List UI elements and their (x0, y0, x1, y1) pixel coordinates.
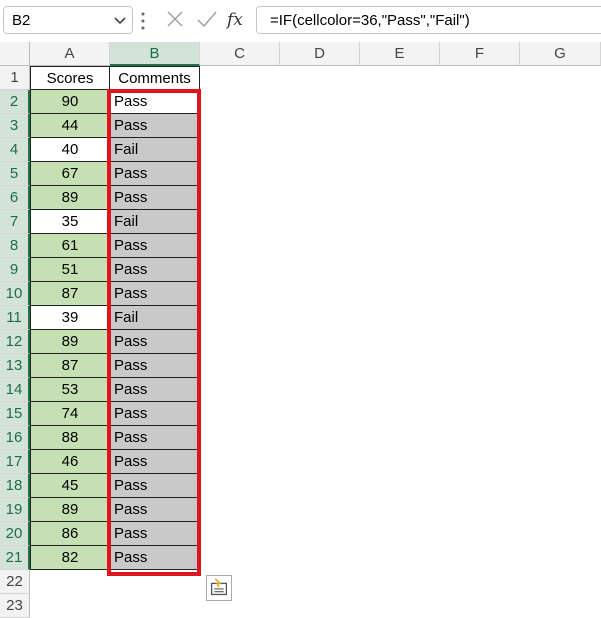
score-cell[interactable]: 86 (30, 522, 110, 546)
row-header-6[interactable]: 6 (0, 186, 30, 210)
comment-cell[interactable]: Pass (110, 450, 200, 474)
row-header-13[interactable]: 13 (0, 354, 30, 378)
column-header-c[interactable]: C (200, 42, 280, 66)
column-header-b[interactable]: B (110, 42, 200, 66)
enter-icon[interactable] (196, 8, 218, 30)
comment-cell[interactable]: Pass (110, 162, 200, 186)
comment-cell[interactable]: Fail (110, 210, 200, 234)
column-header-e[interactable]: E (360, 42, 440, 66)
comment-cell[interactable]: Fail (110, 138, 200, 162)
score-cell[interactable]: 88 (30, 426, 110, 450)
row-header-4[interactable]: 4 (0, 138, 30, 162)
more-dots-icon[interactable] (141, 12, 145, 30)
row-header-15[interactable]: 15 (0, 402, 30, 426)
score-cell[interactable]: 67 (30, 162, 110, 186)
comment-cell[interactable]: Pass (110, 426, 200, 450)
comment-cell[interactable]: Pass (110, 522, 200, 546)
comment-cell[interactable]: Pass (110, 474, 200, 498)
comment-cell[interactable]: Pass (110, 330, 200, 354)
row-header-22[interactable]: 22 (0, 570, 30, 594)
score-cell[interactable]: 45 (30, 474, 110, 498)
comment-cell[interactable]: Pass (110, 282, 200, 306)
score-cell[interactable]: 46 (30, 450, 110, 474)
comment-cell[interactable]: Pass (110, 498, 200, 522)
row-header-5[interactable]: 5 (0, 162, 30, 186)
quick-analysis-icon[interactable] (206, 575, 232, 601)
row-header-16[interactable]: 16 (0, 426, 30, 450)
score-cell[interactable]: 74 (30, 402, 110, 426)
score-cell[interactable]: 87 (30, 282, 110, 306)
row-header-23[interactable]: 23 (0, 594, 30, 618)
column-header-a[interactable]: A (30, 42, 110, 66)
cell-b1[interactable]: Comments (110, 66, 200, 90)
score-cell[interactable]: 35 (30, 210, 110, 234)
score-cell[interactable]: 89 (30, 498, 110, 522)
row-header-11[interactable]: 11 (0, 306, 30, 330)
row-header-2[interactable]: 2 (0, 90, 30, 114)
comment-cell[interactable]: Pass (110, 402, 200, 426)
column-header-f[interactable]: F (440, 42, 520, 66)
column-header-g[interactable]: G (520, 42, 601, 66)
score-cell[interactable]: 89 (30, 186, 110, 210)
comment-cell[interactable]: Pass (110, 114, 200, 138)
row-header-1[interactable]: 1 (0, 66, 30, 90)
select-all-corner[interactable] (0, 42, 30, 66)
score-cell[interactable]: 44 (30, 114, 110, 138)
score-cell[interactable]: 53 (30, 378, 110, 402)
score-cell[interactable]: 39 (30, 306, 110, 330)
row-header-3[interactable]: 3 (0, 114, 30, 138)
cell-a1[interactable]: Scores (30, 66, 110, 90)
comment-cell[interactable]: Pass (110, 546, 200, 570)
row-header-9[interactable]: 9 (0, 258, 30, 282)
row-header-14[interactable]: 14 (0, 378, 30, 402)
comment-cell[interactable]: Fail (110, 306, 200, 330)
fx-icon[interactable]: fx (226, 8, 248, 32)
score-cell[interactable]: 87 (30, 354, 110, 378)
formula-bar-area: B2 fx =IF(cellcolor=36,"Pass","Fail") (0, 0, 601, 42)
score-cell[interactable]: 61 (30, 234, 110, 258)
row-header-17[interactable]: 17 (0, 450, 30, 474)
score-cell[interactable]: 82 (30, 546, 110, 570)
comment-cell[interactable]: Pass (110, 186, 200, 210)
score-cell[interactable]: 40 (30, 138, 110, 162)
row-header-10[interactable]: 10 (0, 282, 30, 306)
column-header-d[interactable]: D (280, 42, 360, 66)
name-box-value: B2 (12, 12, 31, 29)
cancel-icon[interactable] (166, 8, 184, 30)
formula-input[interactable]: =IF(cellcolor=36,"Pass","Fail") (256, 6, 601, 34)
row-header-19[interactable]: 19 (0, 498, 30, 522)
row-header-21[interactable]: 21 (0, 546, 30, 570)
formula-text: =IF(cellcolor=36,"Pass","Fail") (270, 12, 470, 29)
comment-cell[interactable]: Pass (110, 378, 200, 402)
row-header-7[interactable]: 7 (0, 210, 30, 234)
name-box[interactable]: B2 (3, 6, 133, 34)
row-header-18[interactable]: 18 (0, 474, 30, 498)
svg-text:fx: fx (226, 10, 243, 30)
comment-cell[interactable]: Pass (110, 234, 200, 258)
score-cell[interactable]: 90 (30, 90, 110, 114)
score-cell[interactable]: 89 (30, 330, 110, 354)
chevron-down-icon[interactable] (114, 16, 126, 26)
score-cell[interactable]: 51 (30, 258, 110, 282)
row-header-8[interactable]: 8 (0, 234, 30, 258)
row-header-12[interactable]: 12 (0, 330, 30, 354)
row-header-20[interactable]: 20 (0, 522, 30, 546)
comment-cell[interactable]: Pass (110, 90, 200, 114)
comment-cell[interactable]: Pass (110, 258, 200, 282)
comment-cell[interactable]: Pass (110, 354, 200, 378)
